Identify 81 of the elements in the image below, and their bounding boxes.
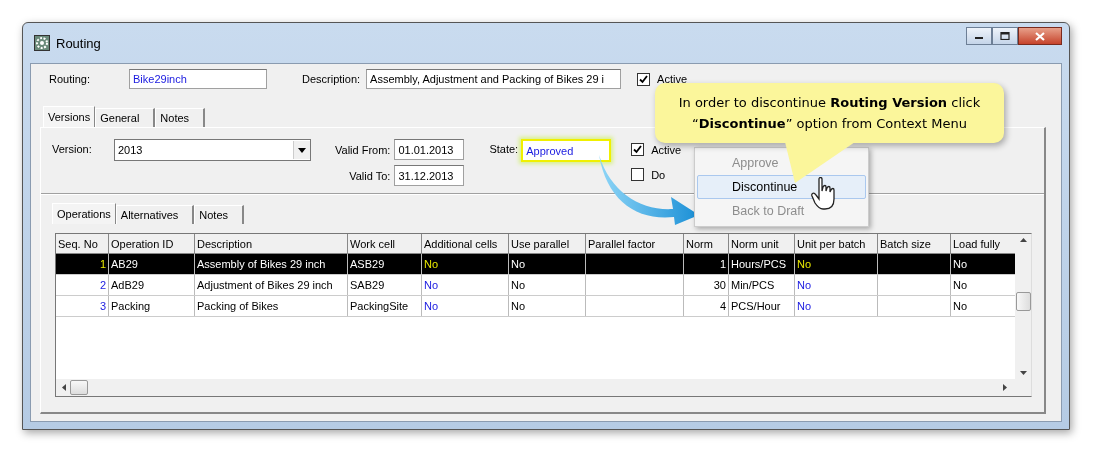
- table-row[interactable]: 1 AB29 Assembly of Bikes 29 inch ASB29 No No 1 Hours/PCS No No: [56, 254, 1015, 275]
- table-cell: No: [422, 254, 509, 274]
- state-field[interactable]: Approved: [521, 139, 612, 162]
- valid-from-field[interactable]: 01.01.2013: [394, 139, 465, 160]
- table-cell: AB29: [109, 254, 195, 274]
- column-header[interactable]: Use parallel: [509, 234, 586, 253]
- table-cell: 1: [684, 254, 729, 274]
- state-label: State:: [489, 142, 519, 155]
- tab[interactable]: General: [95, 108, 156, 127]
- scroll-down-icon[interactable]: [1019, 371, 1027, 375]
- table-cell: PackingSite: [348, 296, 422, 316]
- column-header[interactable]: Description: [195, 234, 348, 253]
- version-label: Version:: [52, 142, 93, 155]
- routing-field[interactable]: Bike29inch: [129, 69, 267, 89]
- table-cell: No: [422, 275, 509, 295]
- minimize-button[interactable]: [966, 27, 992, 45]
- table-cell: No: [795, 275, 878, 295]
- valid-to-label: Valid To:: [349, 169, 391, 182]
- horizontal-scrollbar[interactable]: [56, 379, 1031, 396]
- table-cell: No: [509, 275, 586, 295]
- column-header[interactable]: Batch size: [878, 234, 951, 253]
- close-button[interactable]: [1018, 27, 1062, 45]
- maximize-icon: [1000, 32, 1010, 40]
- table-cell: AdB29: [109, 275, 195, 295]
- table-cell: No: [795, 254, 878, 274]
- table-cell: No: [795, 296, 878, 316]
- version-dropdown[interactable]: 2013: [114, 139, 311, 161]
- gear-icon: [34, 35, 50, 51]
- maximize-button[interactable]: [992, 27, 1018, 45]
- scroll-left-icon[interactable]: [62, 384, 66, 391]
- valid-to-field[interactable]: 31.12.2013: [394, 165, 465, 186]
- checkbox-label: Do: [651, 168, 666, 181]
- tab[interactable]: Notes: [194, 205, 245, 224]
- valid-from-label: Valid From:: [335, 143, 391, 156]
- table-cell: 4: [684, 296, 729, 316]
- table-cell: Packing: [109, 296, 195, 316]
- checkbox[interactable]: [631, 143, 645, 156]
- tab[interactable]: Alternatives: [115, 205, 195, 224]
- table-cell: Adjustment of Bikes 29 inch: [195, 275, 348, 295]
- scroll-up-icon[interactable]: [1019, 238, 1027, 242]
- scrollbar-thumb[interactable]: [70, 380, 88, 395]
- table-cell: No: [509, 296, 586, 316]
- callout-text: In order to discontinue Routing Version click “Discontinue” option from Context Menu: [677, 94, 982, 133]
- window-title: Routing: [56, 35, 101, 51]
- description-label: Description:: [302, 73, 361, 85]
- scroll-right-icon[interactable]: [1003, 384, 1007, 391]
- column-header[interactable]: Operation ID: [109, 234, 195, 253]
- menu-item[interactable]: Discontinue: [697, 175, 866, 199]
- table-cell: ASB29: [348, 254, 422, 274]
- column-header[interactable]: Unit per batch: [795, 234, 878, 253]
- tab[interactable]: Versions: [43, 106, 96, 127]
- scrollbar-thumb[interactable]: [1015, 292, 1031, 311]
- checkbox-label: Active: [657, 73, 688, 85]
- vertical-scrollbar[interactable]: [1015, 234, 1031, 379]
- tab[interactable]: Operations: [52, 203, 116, 224]
- table-cell: PCS/Hour: [729, 296, 795, 316]
- table-cell: Min/PCS: [729, 275, 795, 295]
- table-cell: Hours/PCS: [729, 254, 795, 274]
- description-field[interactable]: Assembly, Adjustment and Packing of Bikes 29 i: [366, 69, 622, 89]
- column-header[interactable]: Parallel factor: [586, 234, 684, 253]
- tab[interactable]: Notes: [155, 108, 206, 127]
- table-cell: 2: [56, 275, 109, 295]
- column-header[interactable]: Norm unit: [729, 234, 795, 253]
- table-cell: No: [422, 296, 509, 316]
- table-cell: 30: [684, 275, 729, 295]
- table-cell: 3: [56, 296, 109, 316]
- routing-label: Routing:: [48, 73, 91, 85]
- column-header[interactable]: Seq. No: [56, 234, 109, 253]
- column-header[interactable]: Additional cells: [422, 234, 509, 253]
- column-header[interactable]: Work cell: [348, 234, 422, 253]
- column-header[interactable]: Norm: [684, 234, 729, 253]
- table-cell: 1: [56, 254, 109, 274]
- checkbox[interactable]: [637, 72, 651, 86]
- table-cell: Packing of Bikes: [195, 296, 348, 316]
- table-cell: Assembly of Bikes 29 inch: [195, 254, 348, 274]
- table-cell: No: [509, 254, 586, 274]
- close-icon: [1035, 31, 1045, 41]
- dropdown-arrow-icon: [298, 147, 306, 153]
- checkbox[interactable]: [631, 168, 645, 181]
- table-cell: SAB29: [348, 275, 422, 295]
- checkbox-label: Active: [651, 143, 682, 156]
